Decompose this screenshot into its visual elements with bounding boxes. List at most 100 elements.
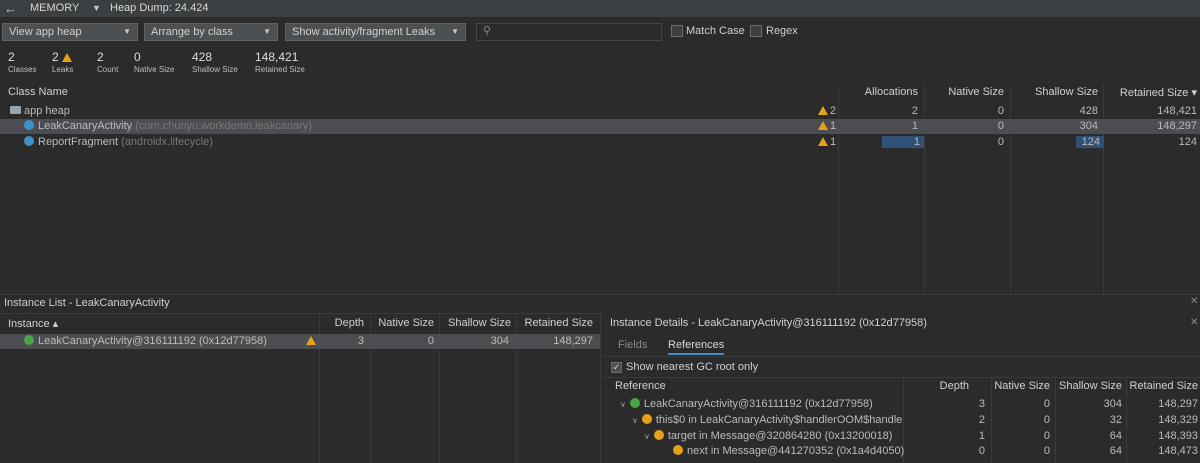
retained-size-cell: 148,393 bbox=[1158, 430, 1198, 442]
chevron-down-icon[interactable]: ∨ bbox=[632, 416, 638, 425]
instance-name: LeakCanaryActivity@316111192 (0x12d77958… bbox=[38, 335, 267, 347]
chevron-down-icon[interactable]: ∨ bbox=[620, 400, 626, 409]
shallow-size-cell: 304 bbox=[490, 335, 509, 347]
stat-label: Leaks bbox=[52, 65, 74, 74]
leak-filter-select[interactable]: Show activity/fragment Leaks ▼ bbox=[285, 23, 466, 41]
reference-row[interactable]: ∨ target in Message@320864280 (0x13200018… bbox=[603, 429, 1200, 444]
tab-references[interactable]: References bbox=[668, 339, 725, 355]
heap-select[interactable]: View app heap ▼ bbox=[2, 23, 138, 41]
col-retained-size[interactable]: Retained Size bbox=[518, 317, 594, 332]
col-native-size[interactable]: Native Size bbox=[372, 317, 434, 332]
shallow-size-cell: 32 bbox=[1109, 414, 1122, 426]
shallow-size-cell: 428 bbox=[1079, 105, 1098, 117]
col-instance[interactable]: Instance ▴ bbox=[8, 317, 58, 332]
class-package: (com.chunyu.workdemo.leakcanary) bbox=[135, 120, 312, 132]
reference-row[interactable]: next in Message@441270352 (0x1a4d4050) 0… bbox=[603, 444, 1200, 459]
stat-shallow-size: 428 Shallow Size bbox=[192, 50, 238, 74]
col-shallow-size[interactable]: Shallow Size bbox=[1012, 86, 1098, 101]
class-package: (androidx.lifecycle) bbox=[121, 136, 213, 148]
heap-toolbar: View app heap ▼ Arrange by class ▼ Show … bbox=[0, 19, 1200, 46]
col-native-size[interactable]: Native Size bbox=[926, 86, 1004, 101]
warning-icon bbox=[818, 106, 828, 115]
native-size-cell: 0 bbox=[997, 105, 1004, 117]
depth-cell: 3 bbox=[357, 335, 364, 347]
depth-cell: 0 bbox=[978, 445, 985, 457]
chevron-down-icon[interactable]: ∨ bbox=[644, 432, 650, 441]
col-reference[interactable]: Reference bbox=[615, 380, 666, 394]
col-depth[interactable]: Depth bbox=[322, 317, 364, 332]
retained-size-cell: 148,297 bbox=[553, 335, 593, 347]
gc-root-checkbox[interactable]: ✓ bbox=[611, 362, 622, 373]
native-size-cell: 0 bbox=[427, 335, 434, 347]
stat-label: Retained Size bbox=[255, 65, 305, 74]
allocations-cell: 1 bbox=[911, 120, 918, 132]
stat-value: 2 bbox=[97, 50, 104, 64]
search-input[interactable]: ⚲ bbox=[476, 23, 662, 41]
retained-size-cell: 148,473 bbox=[1158, 445, 1198, 457]
stat-value: 428 bbox=[192, 50, 213, 64]
leak-count: 1 bbox=[830, 136, 837, 148]
shallow-size-cell: 124 bbox=[1076, 136, 1104, 148]
instance-row[interactable]: LeakCanaryActivity@316111192 (0x12d77958… bbox=[0, 334, 600, 349]
col-native-size[interactable]: Native Size bbox=[993, 380, 1050, 394]
stat-native-size: 0 Native Size bbox=[134, 50, 174, 74]
heap-select-value: View app heap bbox=[9, 26, 82, 38]
class-name-cell: ReportFragment (androidx.lifecycle) bbox=[24, 136, 213, 148]
stat-value: 0 bbox=[134, 50, 141, 64]
retained-size-cell: 148,297 bbox=[1158, 398, 1198, 410]
reference-name: target in Message@320864280 (0x13200018) bbox=[667, 430, 893, 442]
col-depth[interactable]: Depth bbox=[905, 380, 969, 394]
class-name: LeakCanaryActivity bbox=[38, 120, 133, 132]
instance-list-title: Instance List - LeakCanaryActivity bbox=[4, 297, 170, 309]
instance-icon bbox=[24, 335, 34, 345]
col-retained-size[interactable]: Retained Size bbox=[1128, 380, 1199, 394]
reference-cell: next in Message@441270352 (0x1a4d4050) bbox=[673, 445, 904, 457]
tab-fields[interactable]: Fields bbox=[618, 339, 647, 351]
match-case-label: Match Case bbox=[686, 25, 745, 37]
stat-retained-size: 148,421 Retained Size bbox=[255, 50, 305, 74]
panel-divider[interactable] bbox=[0, 294, 1200, 295]
match-case-checkbox[interactable] bbox=[671, 25, 683, 37]
leak-count-cell: 2 bbox=[818, 105, 836, 117]
close-icon[interactable]: ✕ bbox=[1190, 317, 1198, 328]
native-size-cell: 0 bbox=[1043, 398, 1050, 410]
table-row[interactable]: LeakCanaryActivity (com.chunyu.workdemo.… bbox=[0, 119, 1200, 134]
stat-value: 2 bbox=[8, 50, 15, 64]
col-shallow-size[interactable]: Shallow Size bbox=[441, 317, 511, 332]
col-allocations[interactable]: Allocations bbox=[840, 86, 918, 101]
regex-checkbox[interactable] bbox=[750, 25, 762, 37]
stat-value: 2 bbox=[52, 50, 59, 64]
regex-label: Regex bbox=[766, 25, 798, 37]
col-class-name[interactable]: Class Name bbox=[8, 86, 68, 101]
shallow-size-cell: 304 bbox=[1079, 120, 1098, 132]
chevron-down-icon: ▼ bbox=[451, 27, 459, 36]
warning-icon bbox=[818, 137, 828, 146]
reference-icon bbox=[673, 445, 683, 455]
memory-dropdown-icon[interactable]: ▼ bbox=[92, 3, 101, 13]
reference-row[interactable]: ∨ LeakCanaryActivity@316111192 (0x12d7795… bbox=[603, 397, 1200, 412]
reference-row[interactable]: ∨ this$0 in LeakCanaryActivity$handlerOOM… bbox=[603, 413, 1200, 428]
shallow-size-cell: 304 bbox=[1103, 398, 1122, 410]
close-icon[interactable]: ✕ bbox=[1190, 296, 1198, 307]
native-size-cell: 0 bbox=[1043, 445, 1050, 457]
class-name: app heap bbox=[24, 105, 70, 117]
tab-divider bbox=[603, 356, 1200, 357]
arrange-select[interactable]: Arrange by class ▼ bbox=[144, 23, 278, 41]
stat-count: 2 Count bbox=[97, 50, 118, 74]
gc-root-label: Show nearest GC root only bbox=[626, 361, 759, 373]
depth-cell: 2 bbox=[978, 414, 985, 426]
back-arrow-icon[interactable]: ← bbox=[4, 1, 17, 16]
header-divider bbox=[603, 377, 1200, 378]
retained-size-cell: 124 bbox=[1178, 136, 1197, 148]
table-row[interactable]: app heap 2 2 0 428 148,421 bbox=[0, 104, 1200, 119]
arrange-select-value: Arrange by class bbox=[151, 26, 233, 38]
folder-icon bbox=[10, 106, 21, 114]
stat-label: Shallow Size bbox=[192, 65, 238, 74]
panel-split[interactable] bbox=[600, 313, 601, 463]
col-shallow-size[interactable]: Shallow Size bbox=[1057, 380, 1122, 394]
table-row[interactable]: ReportFragment (androidx.lifecycle) 1 1 … bbox=[0, 135, 1200, 150]
col-retained-size[interactable]: Retained Size ▾ bbox=[1105, 86, 1197, 101]
stat-leaks[interactable]: 2 Leaks bbox=[52, 50, 73, 74]
retained-size-cell: 148,329 bbox=[1158, 414, 1198, 426]
stat-classes: 2 Classes bbox=[8, 50, 36, 74]
